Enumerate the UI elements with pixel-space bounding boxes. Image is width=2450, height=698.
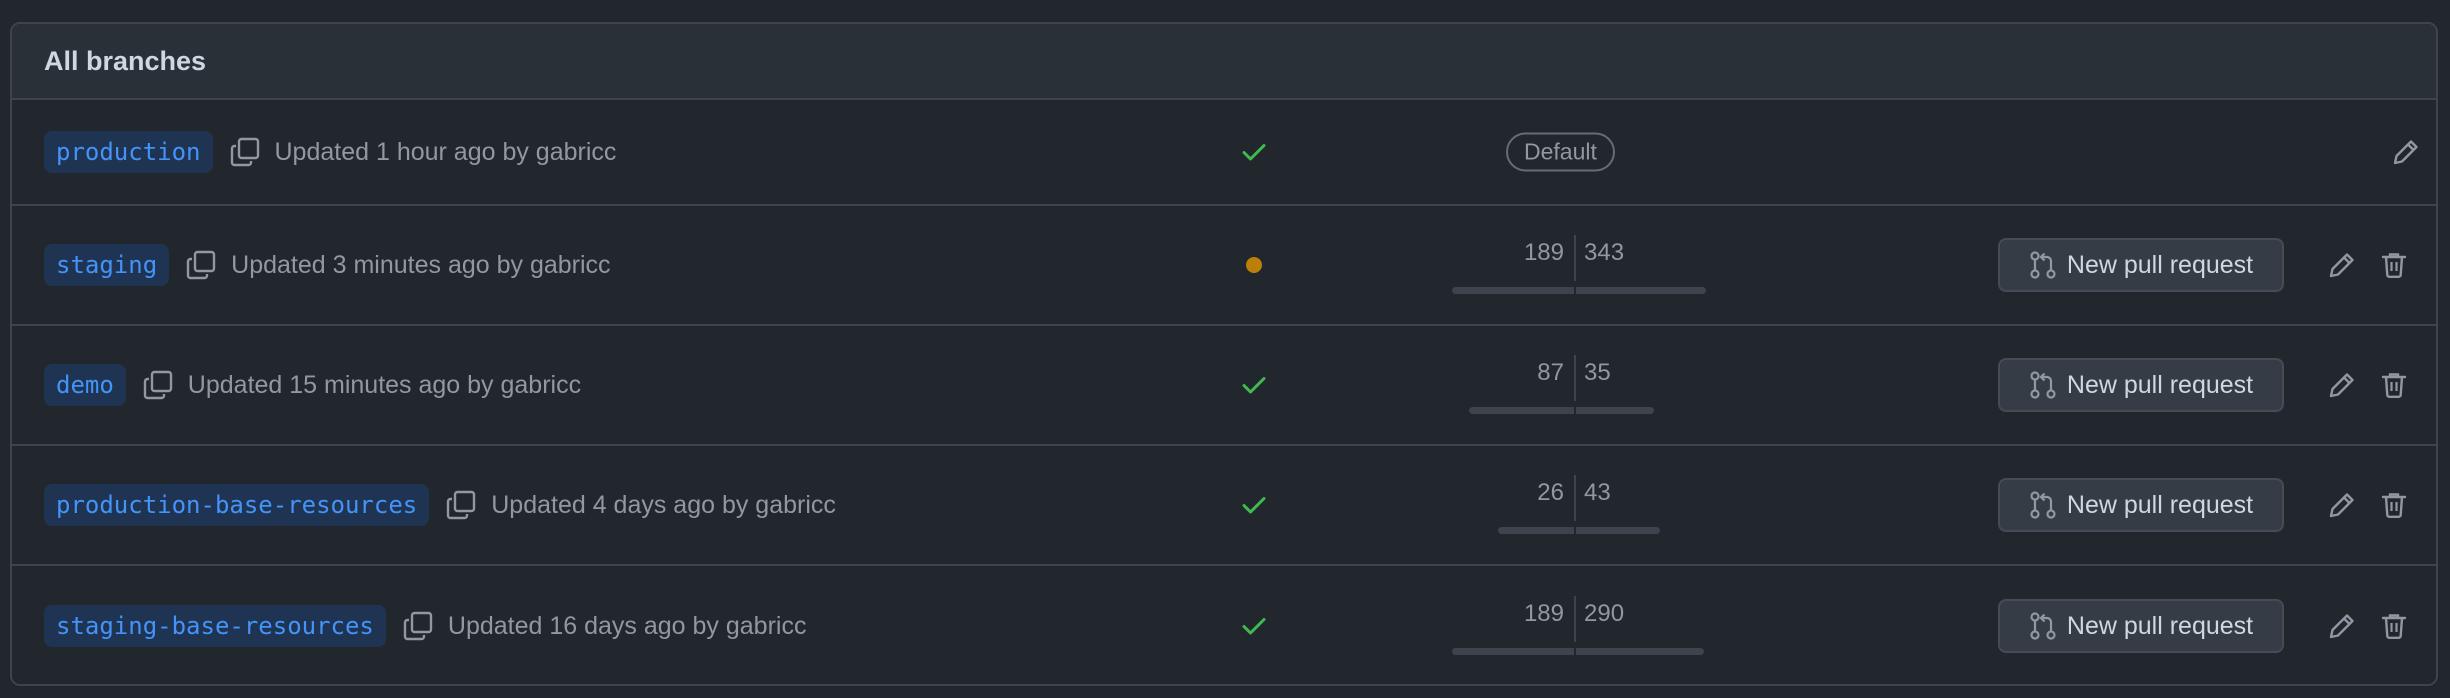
check-icon[interactable] (1240, 612, 1268, 640)
trash-icon[interactable] (2378, 249, 2410, 281)
new-pull-request-label: New pull request (2066, 490, 2254, 519)
panel-title: All branches (44, 45, 207, 76)
behind-bar (1469, 407, 1574, 414)
branch-name-link[interactable]: demo (44, 364, 126, 406)
check-icon[interactable] (1240, 491, 1268, 519)
ahead-count: 35 (1584, 359, 1611, 386)
ahead-count: 343 (1584, 239, 1625, 266)
branch-row-staging-base-resources: staging-base-resources Updated 16 days a… (12, 566, 2436, 684)
ahead-bar (1576, 287, 1706, 294)
edit-pencil-icon[interactable] (2326, 489, 2358, 521)
branch-name-link[interactable]: staging (44, 244, 170, 286)
pending-status-dot[interactable] (1240, 251, 1268, 279)
copy-icon[interactable] (142, 369, 174, 401)
trash-icon[interactable] (2378, 610, 2410, 642)
updated-text: Updated 4 days ago by gabricc (491, 490, 836, 519)
check-icon[interactable] (1240, 371, 1268, 399)
panel-header: All branches (12, 24, 2436, 100)
branch-row-production-base-resources: production-base-resources Updated 4 days… (12, 446, 2436, 566)
branch-name-link[interactable]: production (44, 131, 213, 173)
behind-bar (1452, 648, 1574, 655)
updated-text: Updated 3 minutes ago by gabricc (231, 250, 611, 279)
behind-bar (1452, 287, 1574, 294)
git-pull-request-icon (2030, 371, 2056, 399)
edit-pencil-icon[interactable] (2326, 369, 2358, 401)
new-pull-request-button[interactable]: New pull request (1998, 599, 2284, 653)
branch-row-staging: staging Updated 3 minutes ago by gabricc… (12, 206, 2436, 326)
branch-name-link[interactable]: staging-base-resources (44, 605, 386, 647)
new-pull-request-button[interactable]: New pull request (1998, 238, 2284, 292)
branches-panel: All branches production Updated 1 hour a… (10, 22, 2438, 686)
edit-pencil-icon[interactable] (2390, 136, 2422, 168)
ahead-count: 290 (1584, 600, 1625, 627)
new-pull-request-button[interactable]: New pull request (1998, 358, 2284, 412)
ahead-bar (1576, 407, 1654, 414)
behind-count: 26 (1537, 479, 1564, 506)
check-icon[interactable] (1240, 138, 1268, 166)
git-pull-request-icon (2030, 612, 2056, 640)
updated-text: Updated 15 minutes ago by gabricc (187, 370, 582, 399)
copy-icon[interactable] (229, 136, 261, 168)
behind-count: 189 (1523, 600, 1564, 627)
behind-bar (1498, 527, 1574, 534)
behind-count: 189 (1523, 239, 1564, 266)
copy-icon[interactable] (402, 610, 434, 642)
ahead-bar (1576, 648, 1704, 655)
branch-row-production: production Updated 1 hour ago by gabricc… (12, 100, 2436, 206)
git-pull-request-icon (2030, 251, 2056, 279)
new-pull-request-button[interactable]: New pull request (1998, 478, 2284, 532)
ahead-count: 43 (1584, 479, 1611, 506)
copy-icon[interactable] (445, 489, 477, 521)
default-badge: Default (1506, 132, 1615, 172)
new-pull-request-label: New pull request (2066, 250, 2254, 279)
trash-icon[interactable] (2378, 369, 2410, 401)
behind-count: 87 (1537, 359, 1564, 386)
updated-text: Updated 16 days ago by gabricc (447, 611, 807, 640)
new-pull-request-label: New pull request (2066, 370, 2254, 399)
updated-text: Updated 1 hour ago by gabricc (274, 137, 617, 166)
trash-icon[interactable] (2378, 489, 2410, 521)
copy-icon[interactable] (185, 249, 217, 281)
branch-name-link[interactable]: production-base-resources (44, 484, 430, 526)
ahead-bar (1576, 527, 1660, 534)
branch-row-demo: demo Updated 15 minutes ago by gabricc 8… (12, 326, 2436, 446)
edit-pencil-icon[interactable] (2326, 610, 2358, 642)
edit-pencil-icon[interactable] (2326, 249, 2358, 281)
new-pull-request-label: New pull request (2066, 611, 2254, 640)
git-pull-request-icon (2030, 491, 2056, 519)
